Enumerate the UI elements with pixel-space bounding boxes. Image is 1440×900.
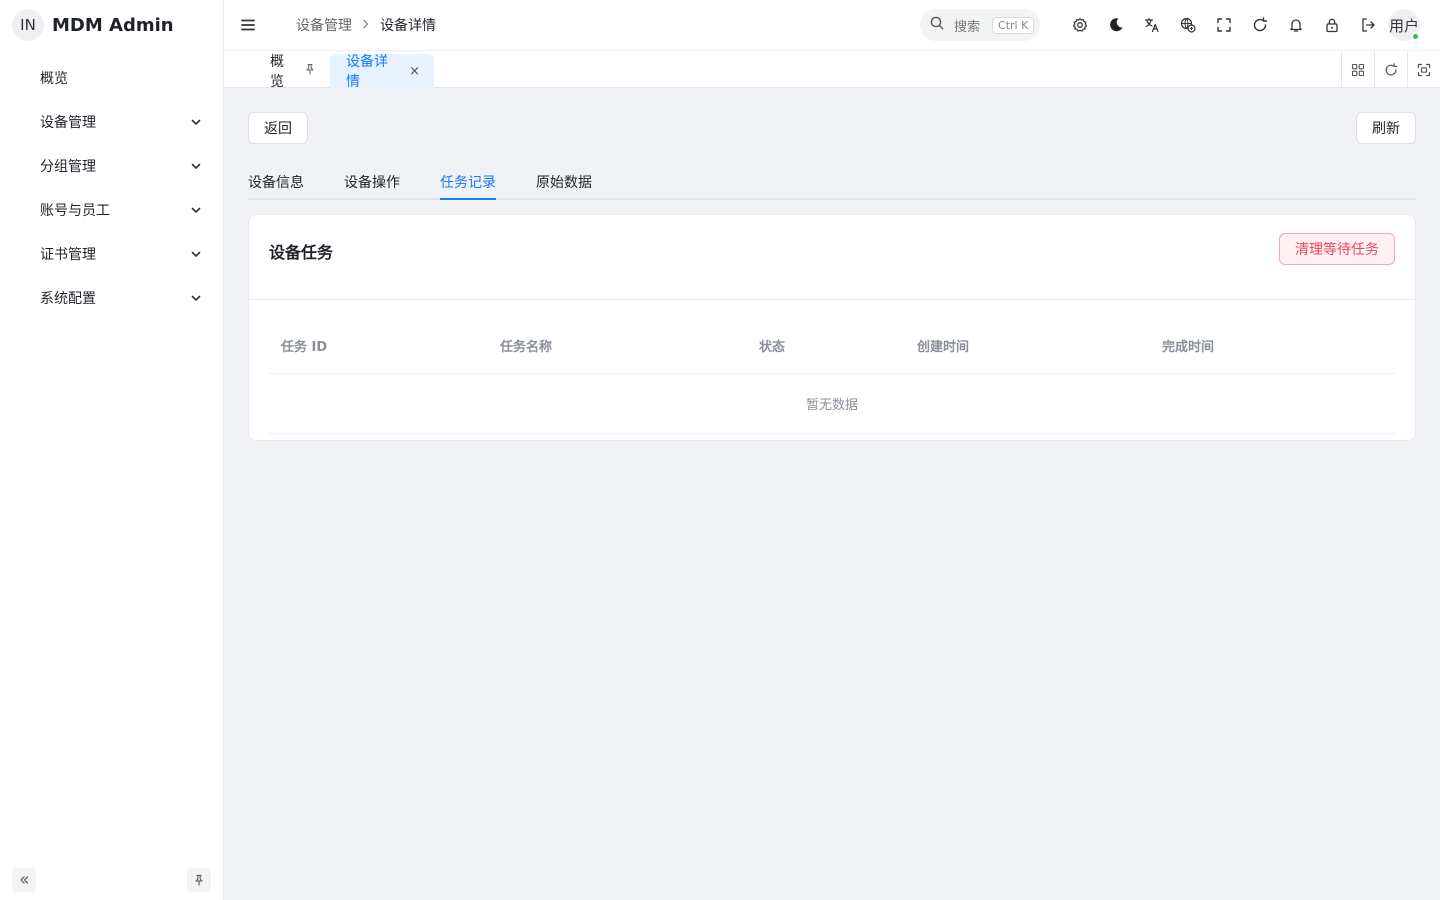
collapse-double-left-icon[interactable] <box>12 868 36 892</box>
sidebar-item-label: 证书管理 <box>40 247 96 263</box>
breadcrumb: 设备管理 设备详情 <box>296 15 436 35</box>
breadcrumb-item[interactable]: 设备管理 <box>296 15 352 35</box>
pin-icon[interactable] <box>187 868 211 892</box>
chevron-down-icon <box>189 159 203 173</box>
sidebar-menu: 概览 设备管理 分组管理 账号与员工 证书管理 系统配置 <box>0 56 223 320</box>
sidebar-item-label: 账号与员工 <box>40 203 110 219</box>
sidebar-item-label: 概览 <box>40 71 68 87</box>
refresh-icon[interactable] <box>1374 51 1407 88</box>
globe-icon[interactable] <box>1170 13 1206 37</box>
grid-icon[interactable] <box>1341 51 1374 88</box>
online-status-dot <box>1411 32 1420 41</box>
tab-device-info[interactable]: 设备信息 <box>248 172 304 200</box>
chevron-down-icon <box>189 247 203 261</box>
logout-icon[interactable] <box>1350 13 1386 37</box>
chevron-down-icon <box>189 115 203 129</box>
card-header: 设备任务 清理等待任务 <box>249 215 1415 300</box>
clear-pending-tasks-button[interactable]: 清理等待任务 <box>1279 233 1395 265</box>
translate-icon[interactable] <box>1134 13 1170 37</box>
sidebar-item-overview[interactable]: 概览 <box>0 56 223 100</box>
close-icon[interactable]: × <box>409 64 420 79</box>
sidebar-item-label: 分组管理 <box>40 159 96 175</box>
main-content: 返回 刷新 设备信息 设备操作 任务记录 原始数据 设备任务 清理等待任务 任务… <box>224 88 1440 900</box>
tab-raw-data[interactable]: 原始数据 <box>536 172 592 200</box>
sidebar-item-label: 系统配置 <box>40 291 96 307</box>
lock-icon[interactable] <box>1314 13 1350 37</box>
tab-task-records[interactable]: 任务记录 <box>440 172 496 200</box>
header-toolbar <box>1062 13 1386 37</box>
device-tasks-card: 设备任务 清理等待任务 任务 ID 任务名称 状态 创建时间 完成时间 暂无数据 <box>248 214 1416 441</box>
chevron-down-icon <box>189 291 203 305</box>
bell-icon[interactable] <box>1278 13 1314 37</box>
table-header: 任务 ID 任务名称 状态 创建时间 完成时间 <box>269 320 1395 374</box>
chevron-right-icon <box>362 18 370 32</box>
sidebar-item-certificates[interactable]: 证书管理 <box>0 232 223 276</box>
search-button[interactable]: 搜索 Ctrl K <box>920 9 1040 41</box>
tab-device-actions[interactable]: 设备操作 <box>344 172 400 200</box>
breadcrumb-current: 设备详情 <box>380 18 436 34</box>
brand-logo: IN <box>12 9 44 41</box>
pin-icon[interactable] <box>304 63 316 79</box>
menu-toggle-icon[interactable] <box>240 17 256 33</box>
empty-state-text: 暂无数据 <box>805 398 858 413</box>
column-header[interactable]: 完成时间 <box>1162 336 1214 355</box>
column-header[interactable]: 创建时间 <box>917 336 969 355</box>
tab-device-detail[interactable]: 设备详情 × <box>330 54 434 90</box>
sidebar-footer <box>12 868 211 892</box>
chevron-down-icon <box>189 203 203 217</box>
brand-title: MDM Admin <box>52 14 174 36</box>
column-header[interactable]: 状态 <box>759 336 785 355</box>
tasks-table: 任务 ID 任务名称 状态 创建时间 完成时间 暂无数据 <box>269 320 1395 434</box>
tab-label: 设备详情 <box>346 54 388 90</box>
column-header[interactable]: 任务 ID <box>281 336 327 355</box>
tab-label: 概览 <box>270 54 284 90</box>
sidebar-item-groups[interactable]: 分组管理 <box>0 144 223 188</box>
refresh-icon[interactable] <box>1242 13 1278 37</box>
refresh-button[interactable]: 刷新 <box>1356 112 1416 144</box>
maximize-icon[interactable] <box>1407 51 1440 88</box>
avatar[interactable]: 用户 <box>1388 9 1420 41</box>
search-label: 搜索 <box>954 19 981 35</box>
back-button[interactable]: 返回 <box>248 112 308 144</box>
moon-icon[interactable] <box>1098 13 1134 37</box>
top-header: 设备管理 设备详情 搜索 Ctrl K 用户 <box>224 0 1440 50</box>
settings-icon[interactable] <box>1062 13 1098 37</box>
search-shortcut: Ctrl K <box>992 16 1035 34</box>
column-header[interactable]: 任务名称 <box>500 336 552 355</box>
detail-tabs: 设备信息 设备操作 任务记录 原始数据 <box>248 168 1416 200</box>
sidebar-item-devices[interactable]: 设备管理 <box>0 100 223 144</box>
table-body: 暂无数据 <box>269 374 1395 434</box>
tab-bar: 概览 设备详情 × <box>224 50 1440 90</box>
sidebar: IN MDM Admin 概览 设备管理 分组管理 账号与员工 证书管理 系统配… <box>0 0 224 900</box>
search-icon <box>930 16 944 34</box>
brand[interactable]: IN MDM Admin <box>0 0 223 50</box>
tab-tools <box>1341 51 1440 88</box>
tab-overview[interactable]: 概览 <box>256 54 330 90</box>
sidebar-item-accounts[interactable]: 账号与员工 <box>0 188 223 232</box>
card-title: 设备任务 <box>269 243 334 262</box>
fullscreen-icon[interactable] <box>1206 13 1242 37</box>
sidebar-item-system[interactable]: 系统配置 <box>0 276 223 320</box>
sidebar-item-label: 设备管理 <box>40 115 96 131</box>
